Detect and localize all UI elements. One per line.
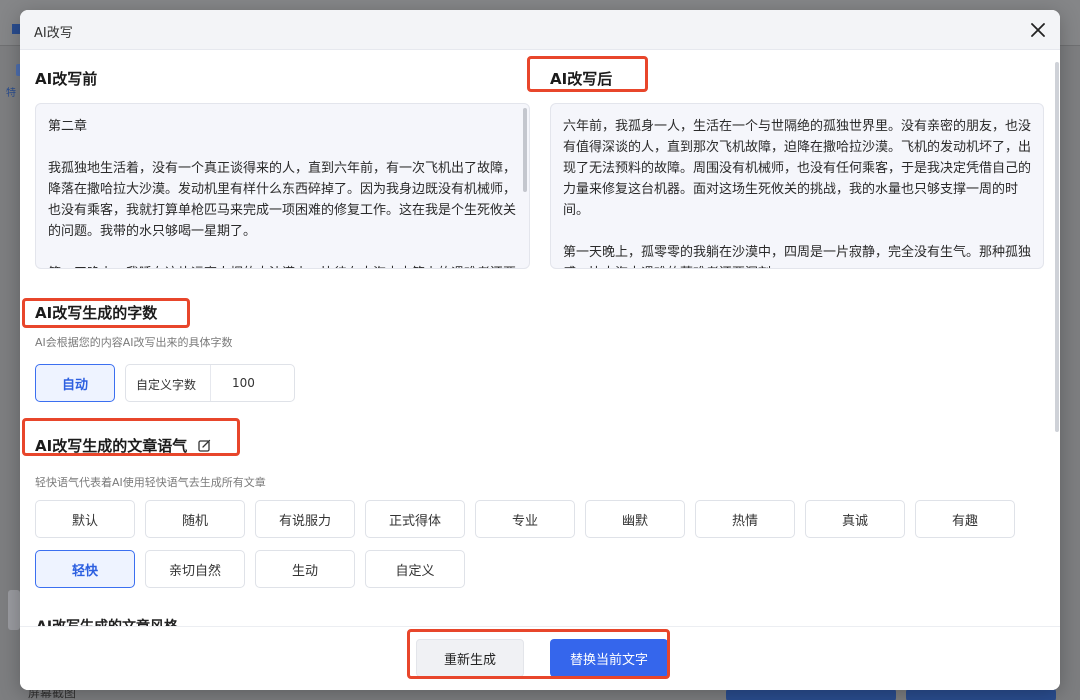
tone-option-humorous[interactable]: 幽默 <box>585 500 685 538</box>
custom-word-count-divider <box>210 365 211 401</box>
before-title: AI改写前 <box>35 70 98 88</box>
edit-icon[interactable] <box>198 439 211 452</box>
tone-option-default[interactable]: 默认 <box>35 500 135 538</box>
after-text: 六年前，我孤身一人，生活在一个与世隔绝的孤独世界里。没有亲密的朋友，也没有值得深… <box>563 119 1032 268</box>
auto-word-count-button[interactable]: 自动 <box>35 364 115 402</box>
close-icon <box>1031 23 1045 37</box>
dialog-footer: 重新生成 替换当前文字 <box>20 626 1060 690</box>
tone-option-persuasive[interactable]: 有说服力 <box>255 500 355 538</box>
tone-option-sincere[interactable]: 真诚 <box>805 500 905 538</box>
tone-option-custom[interactable]: 自定义 <box>365 550 465 588</box>
tone-option-random[interactable]: 随机 <box>145 500 245 538</box>
tone-option-fun[interactable]: 有趣 <box>915 500 1015 538</box>
before-panel-scrollbar[interactable] <box>523 108 527 192</box>
tone-option-formal[interactable]: 正式得体 <box>365 500 465 538</box>
tone-option-enthusiastic[interactable]: 热情 <box>695 500 795 538</box>
tone-option-vivid[interactable]: 生动 <box>255 550 355 588</box>
custom-word-count-label: 自定义字数 <box>136 378 197 392</box>
footer-buttons-highlight <box>407 629 670 679</box>
close-button[interactable] <box>1026 18 1050 42</box>
dialog-header: AI改写 <box>20 10 1060 50</box>
tone-option-professional[interactable]: 专业 <box>475 500 575 538</box>
word-count-title: AI改写生成的字数 <box>35 304 158 322</box>
tone-option-friendly[interactable]: 亲切自然 <box>145 550 245 588</box>
tone-title: AI改写生成的文章语气 <box>35 435 211 456</box>
dialog-title: AI改写 <box>34 26 73 41</box>
tone-title-text: AI改写生成的文章语气 <box>35 437 188 455</box>
after-text-panel[interactable]: 六年前，我孤身一人，生活在一个与世隔绝的孤独世界里。没有亲密的朋友，也没有值得深… <box>550 103 1044 269</box>
tone-description: 轻快语气代表着AI使用轻快语气去生成所有文章 <box>35 476 266 489</box>
after-title: AI改写后 <box>550 70 613 88</box>
background-left-text: 特 <box>6 88 16 99</box>
before-text: 第二章 我孤独地生活着，没有一个真正谈得来的人，直到六年前，有一次飞机出了故障，… <box>48 119 517 268</box>
before-text-panel[interactable]: 第二章 我孤独地生活着，没有一个真正谈得来的人，直到六年前，有一次飞机出了故障，… <box>35 103 530 269</box>
custom-word-count-input[interactable] <box>212 366 292 400</box>
dialog-scrollbar[interactable] <box>1055 62 1059 432</box>
word-count-description: AI会根据您的内容AI改写出来的具体字数 <box>35 336 233 349</box>
background-left-block <box>8 590 20 630</box>
ai-rewrite-dialog: AI改写 AI改写前 第二章 我孤独地生活着，没有一个真正谈得来的人，直到六年前… <box>20 10 1060 690</box>
custom-word-count-field: 自定义字数 <box>125 364 295 402</box>
tone-option-lively-light[interactable]: 轻快 <box>35 550 135 588</box>
